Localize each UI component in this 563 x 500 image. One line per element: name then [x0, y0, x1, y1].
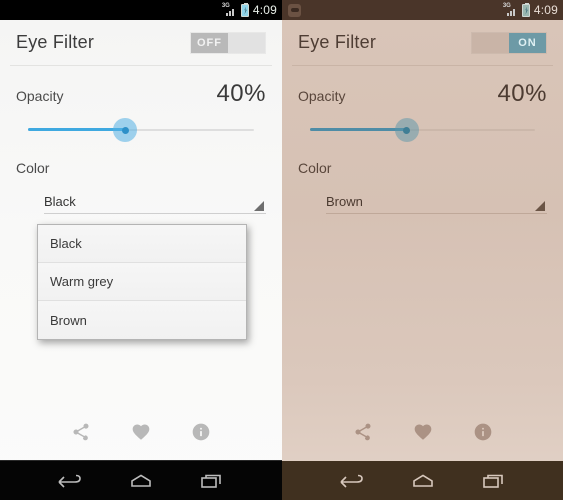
eye-filter-notification-icon[interactable]	[288, 3, 301, 17]
heart-icon[interactable]	[128, 419, 154, 445]
slider-thumb[interactable]	[394, 118, 419, 142]
share-icon[interactable]	[68, 419, 94, 445]
signal-3g-icon: 3G	[222, 3, 237, 17]
info-icon[interactable]	[470, 419, 496, 445]
color-section: Color Brown	[282, 142, 563, 214]
dropdown-option-warm-grey[interactable]: Warm grey	[38, 263, 246, 301]
app-header-left: Eye Filter OFF	[0, 20, 282, 65]
back-icon[interactable]	[52, 469, 88, 493]
opacity-slider-wrap	[282, 108, 563, 142]
opacity-value: 40%	[497, 80, 547, 107]
status-bar-clock: 4:09	[533, 3, 558, 17]
content-spacer-right	[282, 214, 563, 404]
action-bar-left	[0, 404, 282, 460]
color-dropdown-menu[interactable]: Black Warm grey Brown	[37, 224, 247, 340]
color-section: Color Black	[0, 142, 282, 214]
opacity-row: Opacity 40%	[0, 66, 282, 108]
signal-bars	[506, 7, 518, 16]
opacity-slider[interactable]	[28, 118, 254, 142]
battery-charging-icon	[240, 2, 249, 17]
slider-fill	[310, 128, 407, 131]
status-bar-left: 3G 4:09	[0, 0, 282, 20]
dropdown-option-black[interactable]: Black	[38, 225, 246, 263]
opacity-label: Opacity	[16, 88, 64, 104]
opacity-slider[interactable]	[310, 118, 535, 142]
dropdown-option-brown[interactable]: Brown	[38, 301, 246, 339]
recents-icon[interactable]	[476, 469, 512, 493]
android-nav-bar-left	[0, 460, 282, 500]
switch-state-label: ON	[518, 36, 537, 49]
eye-filter-toggle-switch[interactable]: OFF	[190, 31, 266, 54]
opacity-label: Opacity	[298, 88, 346, 104]
spinner-caret-icon	[535, 201, 545, 211]
status-bar-notifications-right	[288, 3, 503, 17]
switch-track	[472, 32, 509, 53]
side-by-side-screenshots: 3G 4:09 Eye Filter OFF Opacity 40% Color…	[0, 0, 563, 500]
color-selected-value: Black	[44, 194, 76, 209]
opacity-slider-wrap	[0, 108, 282, 142]
app-content-left: Eye Filter OFF Opacity 40% Color Black B…	[0, 20, 282, 500]
home-icon[interactable]	[405, 469, 441, 493]
android-nav-bar-right	[282, 460, 563, 500]
phone-screen-filter-off: 3G 4:09 Eye Filter OFF Opacity 40% Color…	[0, 0, 282, 500]
home-icon[interactable]	[123, 469, 159, 493]
switch-state-label: OFF	[197, 36, 222, 49]
opacity-row: Opacity 40%	[282, 66, 563, 108]
heart-icon[interactable]	[410, 419, 436, 445]
signal-bars	[225, 7, 237, 16]
color-spinner[interactable]: Brown	[326, 190, 547, 214]
status-bar-right: 3G 4:09	[282, 0, 563, 20]
color-label: Color	[298, 160, 332, 176]
color-selected-value: Brown	[326, 194, 363, 209]
eye-filter-toggle-switch[interactable]: ON	[471, 31, 547, 54]
action-bar-right	[282, 404, 563, 460]
battery-charging-icon	[521, 2, 530, 17]
status-bar-system-right: 3G 4:09	[503, 2, 558, 17]
color-label: Color	[16, 160, 50, 176]
info-icon[interactable]	[188, 419, 214, 445]
status-bar-clock: 4:09	[252, 3, 277, 17]
app-content-right: Eye Filter ON Opacity 40% Color Brown	[282, 20, 563, 500]
page-title: Eye Filter	[298, 32, 377, 52]
slider-fill	[28, 128, 126, 131]
page-title: Eye Filter	[16, 32, 95, 52]
app-header-right: Eye Filter ON	[282, 20, 563, 65]
color-spinner[interactable]: Black	[44, 190, 266, 214]
phone-screen-filter-on: 3G 4:09 Eye Filter ON Opacity 40% Color …	[282, 0, 563, 500]
spinner-caret-icon	[254, 201, 264, 211]
status-bar-system-left: 3G 4:09	[222, 2, 277, 17]
signal-3g-icon: 3G	[503, 3, 518, 17]
back-icon[interactable]	[334, 469, 370, 493]
slider-thumb[interactable]	[113, 118, 138, 142]
opacity-value: 40%	[216, 80, 266, 107]
recents-icon[interactable]	[194, 469, 230, 493]
switch-track	[228, 32, 265, 53]
share-icon[interactable]	[350, 419, 376, 445]
